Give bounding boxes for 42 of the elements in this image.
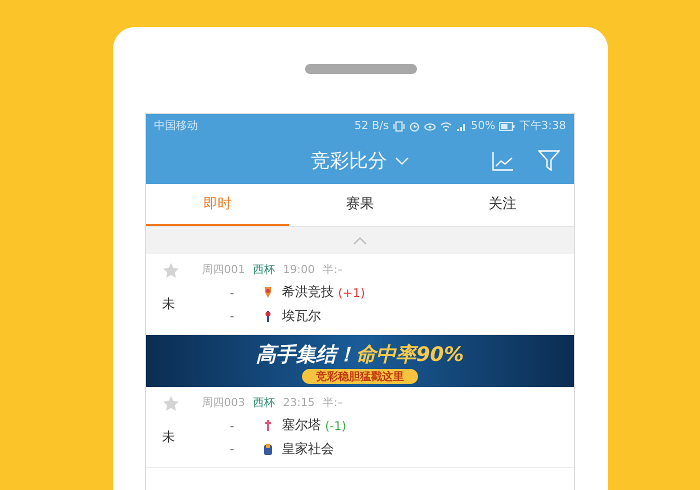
team-name: 皇家社会 — [282, 440, 334, 458]
match-status: 未 — [162, 428, 176, 447]
carrier-name: 中国移动 — [154, 118, 198, 134]
chevron-up-icon[interactable] — [353, 236, 367, 244]
clock-time: 下午3:38 — [519, 118, 566, 134]
match-status: 未 — [162, 296, 176, 314]
team-name: 希洪竞技 — [282, 284, 334, 302]
battery-icon — [499, 122, 516, 130]
halftime-score: 半:– — [322, 262, 343, 278]
alarm-icon — [408, 120, 420, 132]
halftime-score: 半:– — [322, 395, 343, 412]
kickoff-time: 19:00 — [283, 262, 315, 278]
network-speed: 52 B/s — [354, 118, 389, 134]
handicap-value: (-1) — [325, 418, 346, 435]
ad-banner[interactable]: 高手集结！命中率90% 竞彩稳胆猛戳这里 — [146, 335, 574, 387]
match-code: 周四001 — [202, 262, 245, 278]
chart-icon[interactable] — [492, 150, 514, 170]
league-label: 西杯 — [253, 262, 275, 278]
handicap-value: (+1) — [338, 284, 366, 302]
team-score: - — [228, 284, 236, 302]
star-icon[interactable] — [162, 262, 180, 279]
league-label: 西杯 — [253, 395, 275, 412]
tab[interactable]: 赛果 — [288, 184, 432, 226]
star-icon[interactable] — [162, 395, 180, 412]
tab[interactable]: 关注 — [431, 184, 574, 226]
team-name: 埃瓦尔 — [282, 308, 321, 326]
team-name: 塞尔塔 — [282, 417, 321, 435]
wifi-icon — [440, 120, 452, 132]
filter-icon[interactable] — [538, 150, 560, 171]
banner-headline: 高手集结！命中率90% — [256, 340, 464, 368]
team-crest-icon — [262, 442, 274, 456]
match-code: 周四003 — [202, 395, 245, 412]
vibrate-icon — [392, 120, 405, 132]
kickoff-time: 23:15 — [283, 395, 315, 412]
eye-icon — [424, 120, 436, 132]
team-score: - — [228, 418, 236, 435]
team-crest-icon — [262, 419, 274, 432]
team-score: - — [228, 308, 236, 326]
battery-percent: 50% — [470, 118, 496, 134]
team-crest-icon — [262, 286, 274, 300]
chevron-down-icon — [395, 157, 409, 165]
team-score: - — [228, 441, 236, 458]
